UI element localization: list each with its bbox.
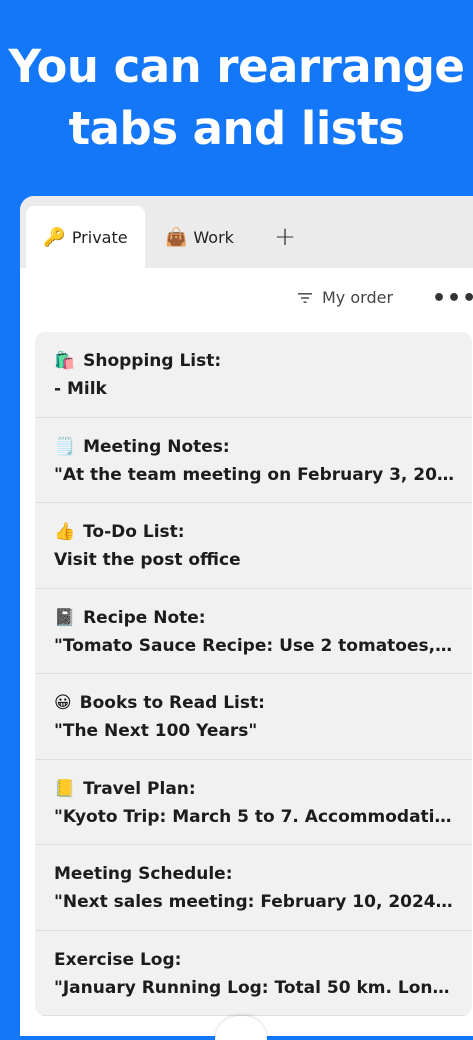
tab-work-label: Work bbox=[193, 227, 234, 247]
app-screen: 🔑 Private 👜 Work + My order ••• 🛍️ Shopp… bbox=[20, 196, 473, 1036]
shopping-bags-icon: 🛍️ bbox=[54, 351, 76, 371]
ledger-icon: 📒 bbox=[54, 778, 76, 799]
tab-private-label: Private bbox=[71, 227, 128, 247]
note-title-text: Travel Plan: bbox=[83, 778, 196, 799]
note-title-text: To-Do List: bbox=[83, 522, 185, 542]
note-preview: "Kyoto Trip: March 5 to 7. Accommodation… bbox=[54, 806, 454, 827]
sort-lines-icon bbox=[298, 292, 312, 303]
note-item-recipe-note[interactable]: 📓 Recipe Note: "Tomato Sauce Recipe: Use… bbox=[35, 589, 472, 674]
notebook-icon: 📓 bbox=[54, 607, 76, 628]
handbag-icon: 👜 bbox=[165, 226, 188, 248]
note-title: 😀 Books to Read List: bbox=[54, 690, 454, 716]
note-title-text: Recipe Note: bbox=[83, 607, 206, 628]
sort-bar: My order ••• bbox=[20, 284, 473, 318]
note-item-books-to-read[interactable]: 😀 Books to Read List: "The Next 100 Year… bbox=[35, 674, 472, 760]
note-item-todo-list[interactable]: 👍 To-Do List: Visit the post office bbox=[35, 503, 472, 589]
note-list: 🛍️ Shopping List: - Milk 🗒️ Meeting Note… bbox=[35, 332, 472, 1016]
note-title-text: Shopping List: bbox=[83, 351, 222, 371]
note-item-travel-plan[interactable]: 📒 Travel Plan: "Kyoto Trip: March 5 to 7… bbox=[35, 760, 472, 845]
note-item-meeting-schedule[interactable]: Meeting Schedule: "Next sales meeting: F… bbox=[35, 845, 472, 931]
note-preview: "The Next 100 Years" bbox=[54, 721, 258, 741]
note-preview: "Tomato Sauce Recipe: Use 2 tomatoes, 1 … bbox=[54, 635, 454, 656]
tab-work[interactable]: 👜 Work bbox=[165, 206, 234, 268]
notes-panel: My order ••• 🛍️ Shopping List: - Milk 🗒️… bbox=[20, 268, 473, 1036]
note-title: 🗒️ Meeting Notes: bbox=[54, 434, 454, 460]
smiley-icon: 😀 bbox=[54, 693, 72, 713]
note-title: Meeting Schedule: bbox=[54, 864, 233, 884]
tab-private[interactable]: 🔑 Private bbox=[26, 206, 145, 268]
key-icon: 🔑 bbox=[43, 226, 66, 248]
note-preview: - Milk bbox=[54, 379, 107, 399]
note-item-shopping-list[interactable]: 🛍️ Shopping List: - Milk bbox=[35, 332, 472, 418]
note-title: 📓 Recipe Note: bbox=[54, 605, 454, 631]
note-title: 📒 Travel Plan: bbox=[54, 776, 454, 802]
note-title: Exercise Log: bbox=[54, 949, 182, 970]
sort-order-button[interactable]: My order bbox=[298, 288, 393, 307]
thumbs-up-icon: 👍 bbox=[54, 522, 76, 542]
headline-line-1: You can rearrange bbox=[8, 40, 465, 93]
note-preview: "Next sales meeting: February 10, 2024, … bbox=[54, 892, 454, 912]
note-title-text: Books to Read List: bbox=[79, 693, 265, 713]
note-title: 👍 To-Do List: bbox=[54, 519, 454, 545]
more-dots-icon: ••• bbox=[432, 286, 473, 311]
note-title: 🛍️ Shopping List: bbox=[54, 348, 454, 374]
headline-line-2: tabs and lists bbox=[68, 102, 405, 155]
note-item-exercise-log[interactable]: Exercise Log: "January Running Log: Tota… bbox=[35, 931, 472, 1016]
plus-icon: + bbox=[274, 222, 296, 252]
note-item-meeting-notes[interactable]: 🗒️ Meeting Notes: "At the team meeting o… bbox=[35, 418, 472, 503]
more-options-button[interactable]: ••• bbox=[432, 286, 473, 311]
note-preview: Visit the post office bbox=[54, 550, 241, 570]
note-preview: "At the team meeting on February 3, 2024… bbox=[54, 464, 454, 485]
notepad-icon: 🗒️ bbox=[54, 436, 76, 457]
headline: You can rearrange tabs and lists bbox=[0, 36, 473, 160]
tab-bar: 🔑 Private 👜 Work + bbox=[20, 196, 473, 268]
add-tab-button[interactable]: + bbox=[270, 206, 300, 268]
note-title-text: Meeting Notes: bbox=[83, 436, 230, 457]
note-preview: "January Running Log: Total 50 km. Longe… bbox=[54, 977, 454, 998]
sort-order-label: My order bbox=[322, 288, 394, 307]
